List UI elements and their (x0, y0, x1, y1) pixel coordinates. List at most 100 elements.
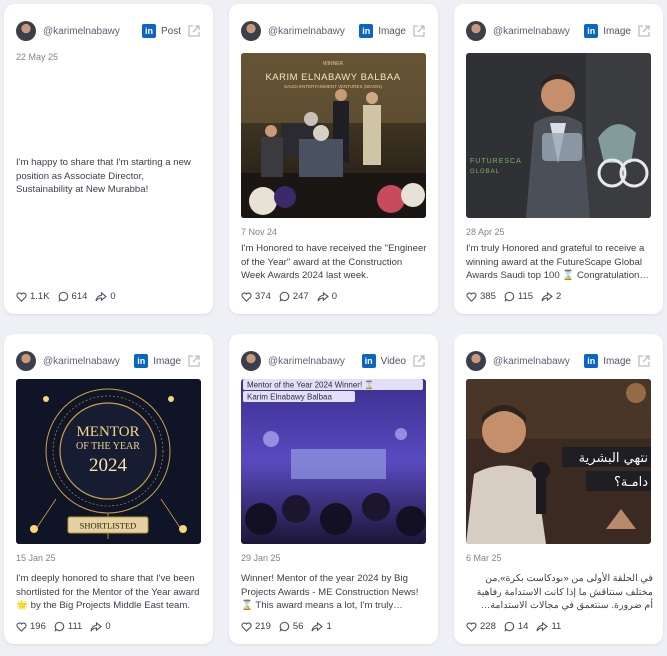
post-text: I'm happy to share that I'm starting a n… (16, 157, 191, 196)
media-brand-sub-label: GLOBAL (470, 169, 500, 175)
media-year-label: 2024 (89, 455, 128, 476)
share-icon (317, 291, 329, 301)
shares-count: 0 (105, 621, 111, 632)
linkedin-icon: in (584, 24, 599, 38)
comments-count: 614 (71, 291, 88, 302)
post-card[interactable]: @karimelnabawy in Image MENTOR OF THE YE… (4, 334, 213, 644)
post-type-label: Image (603, 355, 631, 367)
media-winner-label: WINNER (323, 61, 344, 67)
post-date: 6 Mar 25 (466, 553, 502, 563)
share-icon (536, 621, 549, 631)
shares-stat: 0 (95, 291, 116, 302)
comment-icon (58, 291, 68, 302)
comments-stat: 115 (504, 291, 533, 302)
avatar (466, 21, 486, 41)
post-type-label: Video (380, 355, 406, 367)
share-icon (311, 621, 324, 631)
external-link-icon[interactable] (187, 24, 201, 38)
shares-count: 1 (326, 621, 332, 632)
post-image[interactable]: نتهي البشرية دامـة؟ (466, 379, 651, 544)
post-image[interactable]: FUTURESCA GLOBAL (466, 53, 651, 218)
external-link-icon[interactable] (412, 354, 426, 368)
media-shortlisted-label: SHORTLISTED (80, 521, 137, 531)
post-date: 15 Jan 25 (16, 553, 56, 563)
card-header: @karimelnabawy in Image (16, 348, 201, 374)
shares-stat: 2 (541, 291, 561, 302)
post-date: 29 Jan 25 (241, 553, 281, 563)
likes-count: 228 (480, 621, 496, 632)
comments-count: 56 (292, 621, 304, 632)
likes-count: 219 (255, 621, 271, 632)
author-handle[interactable]: @karimelnabawy (43, 356, 130, 367)
likes-count: 374 (255, 291, 271, 302)
post-video-thumbnail[interactable]: Mentor of the Year 2024 Winner! ⌛ Karim … (241, 379, 426, 544)
avatar (466, 351, 486, 371)
engagement-stats: 1.1K 614 0 (16, 291, 124, 302)
comment-icon (54, 621, 65, 632)
heart-icon (16, 292, 27, 302)
likes-stat: 219 (241, 621, 271, 632)
heart-icon (466, 622, 477, 632)
card-header: @karimelnabawy in Video (241, 348, 426, 374)
likes-stat: 385 (466, 291, 496, 302)
author-handle[interactable]: @karimelnabawy (43, 26, 138, 37)
likes-count: 1.1K (30, 291, 50, 302)
comments-count: 14 (517, 621, 529, 632)
post-date: 28 Apr 25 (466, 227, 505, 237)
post-card[interactable]: @karimelnabawy in Post 22 May 25 I'm hap… (4, 4, 213, 314)
media-brand-label: FUTURESCA (470, 158, 522, 165)
comment-icon (279, 621, 290, 632)
likes-stat: 228 (466, 621, 496, 632)
post-type-label: Post (160, 25, 181, 37)
shares-count: 11 (551, 621, 562, 632)
likes-stat: 1.1K (16, 291, 50, 302)
external-link-icon[interactable] (187, 354, 201, 368)
media-arabic-line1: نتهي البشرية (579, 451, 648, 466)
author-handle[interactable]: @karimelnabawy (268, 26, 355, 37)
comments-stat: 614 (58, 291, 88, 302)
comments-count: 247 (292, 291, 309, 302)
media-of-the-year-label: OF THE YEAR (76, 441, 140, 452)
media-caption-line2: Karim Elnabawy Balbaa (247, 393, 332, 402)
post-text: Winner! Mentor of the year 2024 by Big P… (241, 573, 419, 612)
shares-count: 0 (331, 291, 338, 302)
award-stage-photo: WINNER KARIM ELNABAWY BALBAA SAUDI ENTER… (241, 53, 426, 218)
post-card[interactable]: @karimelnabawy in Image WINNER KARIM ELN… (229, 4, 438, 314)
avatar (241, 21, 261, 41)
post-date: 22 May 25 (16, 52, 59, 62)
post-card[interactable]: @karimelnabawy in Video Mentor of the Ye… (229, 334, 438, 644)
comments-count: 115 (517, 291, 534, 302)
heart-icon (466, 292, 477, 302)
post-image[interactable]: MENTOR OF THE YEAR 2024 SHORTLISTED (16, 379, 201, 544)
linkedin-icon: in (141, 24, 156, 38)
comment-icon (279, 291, 290, 302)
external-link-icon[interactable] (637, 354, 651, 368)
comments-stat: 56 (279, 621, 304, 632)
likes-count: 196 (30, 621, 46, 632)
post-type-label: Image (378, 25, 406, 37)
author-handle[interactable]: @karimelnabawy (268, 356, 358, 367)
avatar (16, 21, 36, 41)
external-link-icon[interactable] (412, 24, 426, 38)
post-image[interactable]: WINNER KARIM ELNABAWY BALBAA SAUDI ENTER… (241, 53, 426, 218)
post-text: في الحلقة الأولى من «بودكاست بكرة»,من مخ… (476, 573, 653, 612)
engagement-stats: 374 247 0 (241, 291, 345, 302)
comments-stat: 14 (504, 621, 529, 632)
podcast-still: نتهي البشرية دامـة؟ (466, 379, 651, 544)
post-card[interactable]: @karimelnabawy in Image نتهي البشرية دام… (454, 334, 663, 644)
media-name-label: KARIM ELNABAWY BALBAA (265, 72, 400, 83)
linkedin-icon: in (359, 24, 374, 38)
shares-stat: 11 (536, 621, 561, 632)
external-link-icon[interactable] (637, 24, 651, 38)
likes-stat: 374 (241, 291, 271, 302)
share-icon (90, 621, 103, 631)
media-sub-label: SAUDI ENTERTAINMENT VENTURES (SEVEN) (284, 84, 383, 89)
author-handle[interactable]: @karimelnabawy (493, 356, 580, 367)
comment-icon (504, 291, 515, 302)
engagement-stats: 385 115 2 (466, 291, 569, 302)
author-handle[interactable]: @karimelnabawy (493, 26, 580, 37)
heart-icon (16, 622, 27, 632)
post-card[interactable]: @karimelnabawy in Image FUTURESCA GLOBAL… (454, 4, 663, 314)
shares-stat: 0 (90, 621, 111, 632)
post-text: I'm deeply honored to share that I've be… (16, 573, 200, 612)
